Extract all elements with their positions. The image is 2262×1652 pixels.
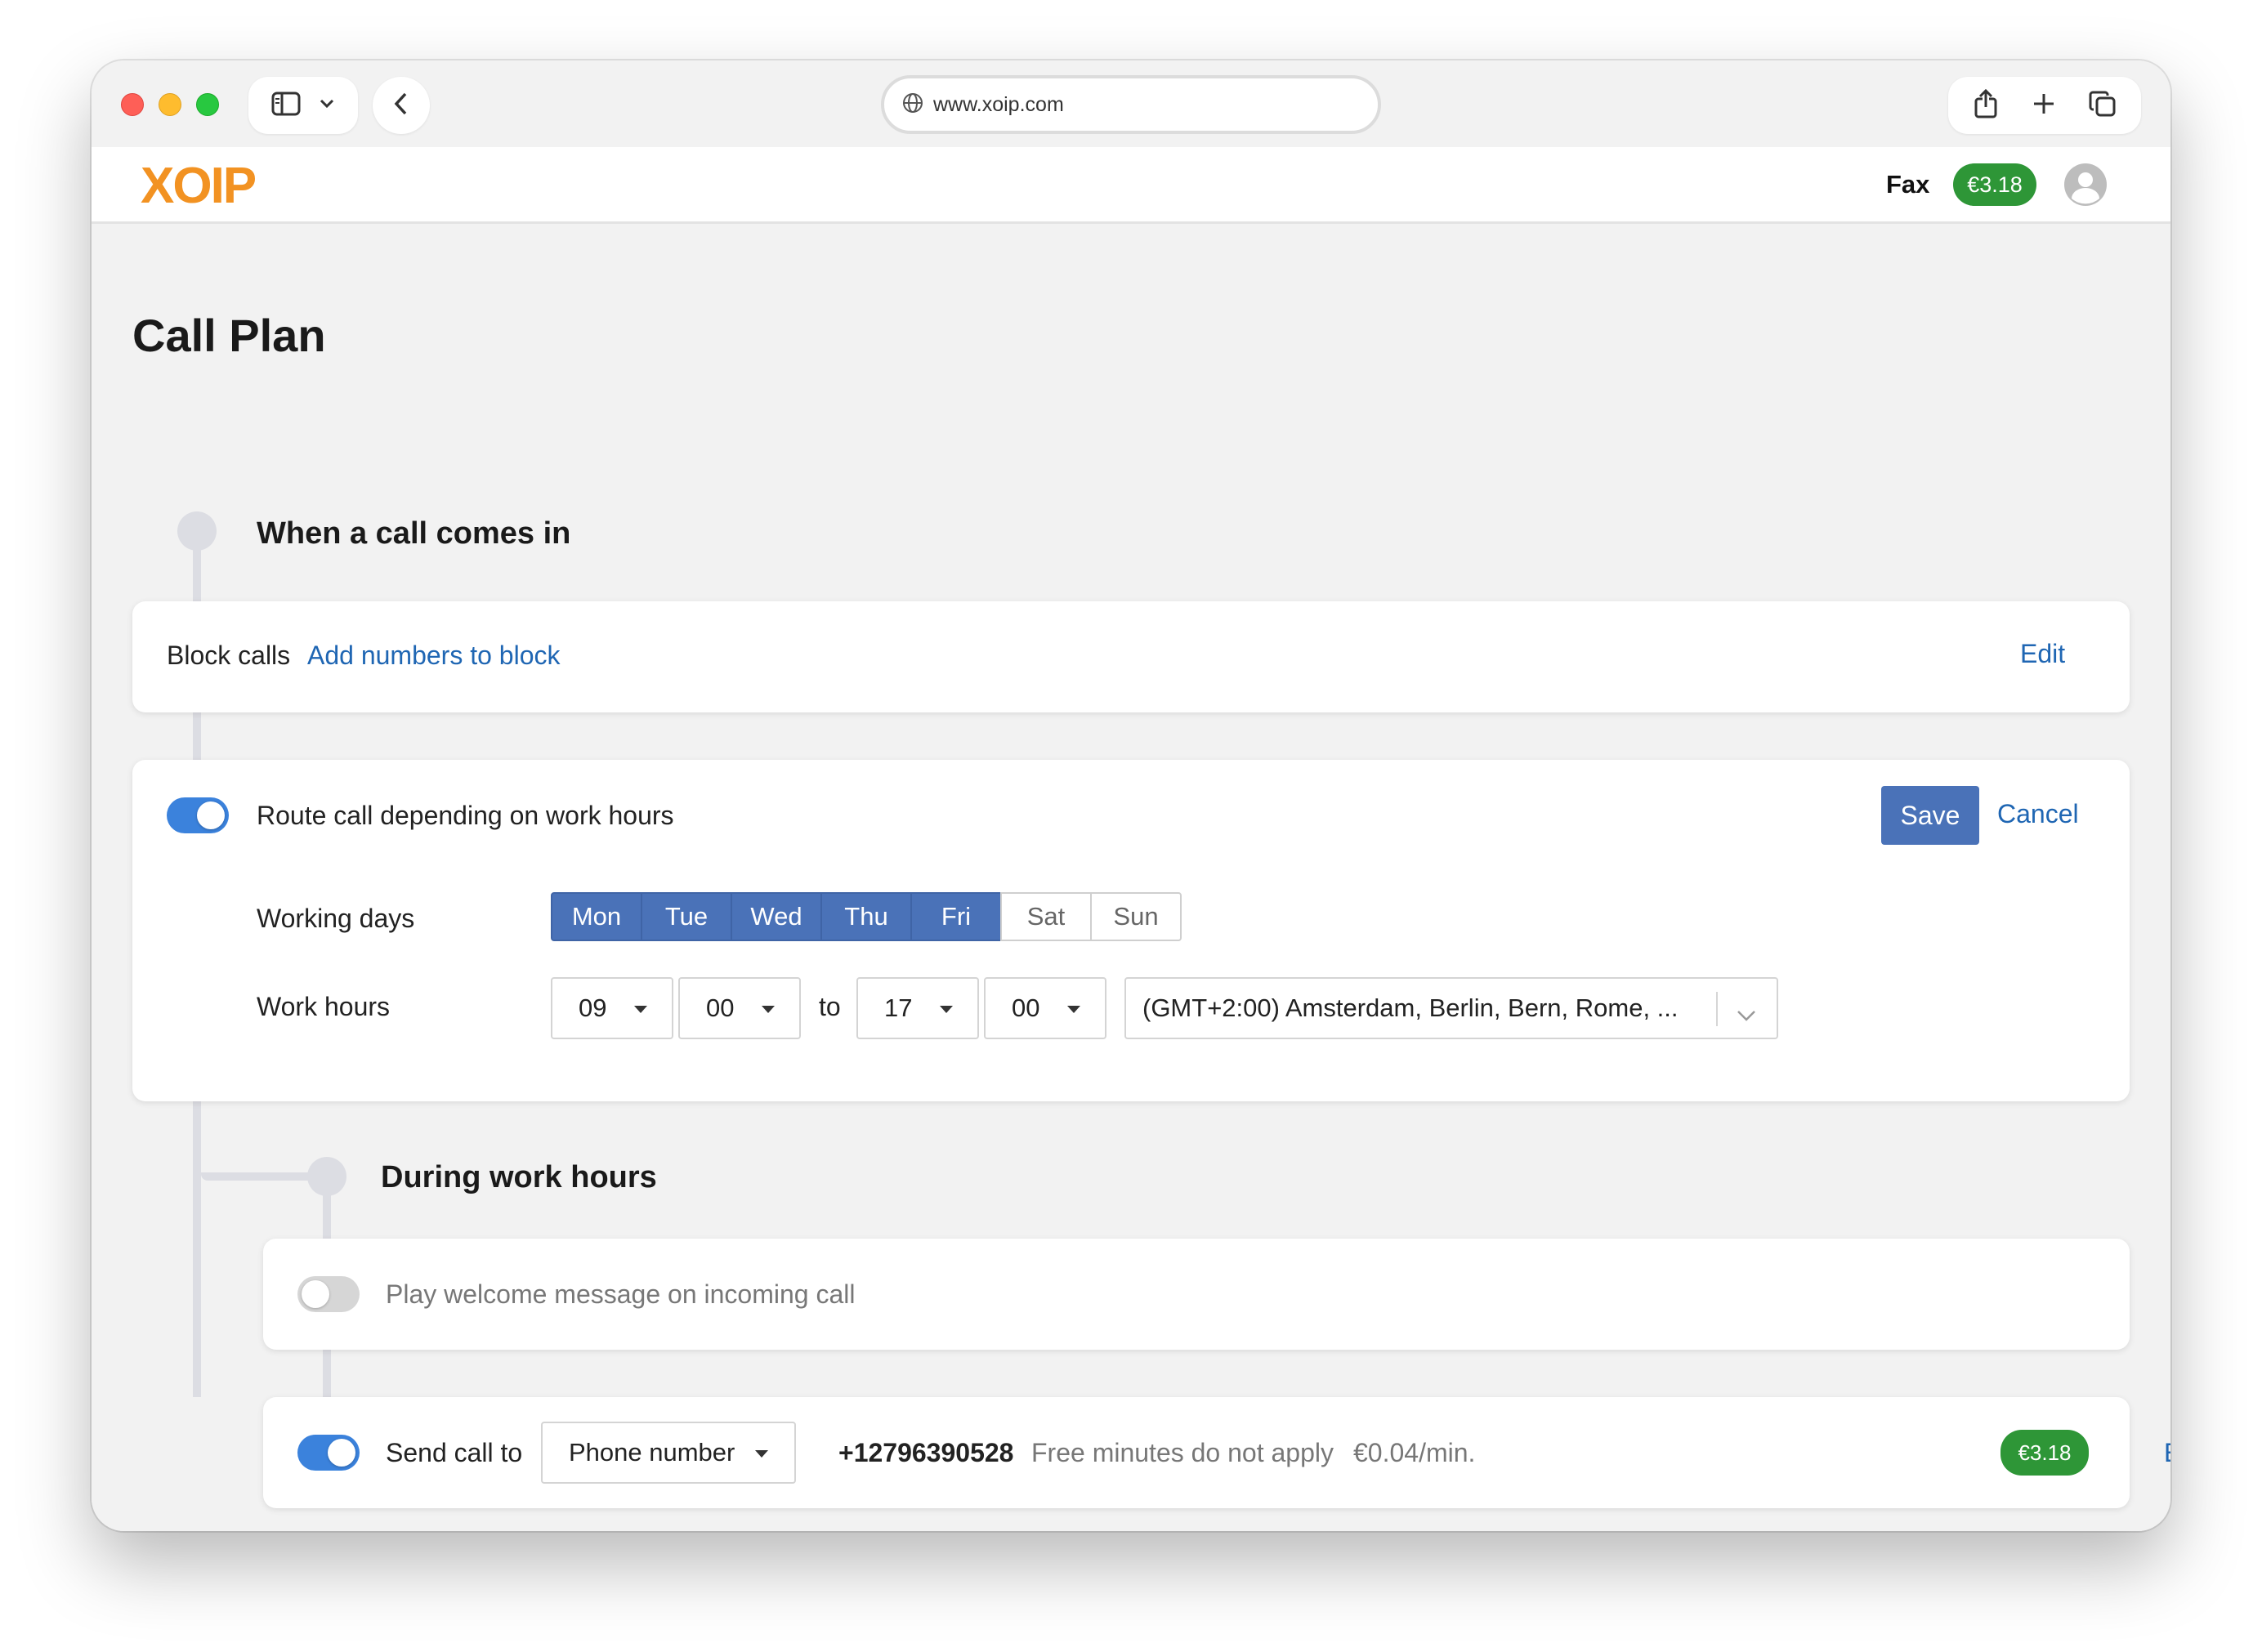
day-tue[interactable]: Tue xyxy=(641,892,732,941)
fax-link[interactable]: Fax xyxy=(1886,170,1929,199)
user-avatar-icon[interactable] xyxy=(2063,162,2108,208)
caret-down-icon xyxy=(762,1006,775,1013)
start-minute-select[interactable]: 00 xyxy=(678,977,801,1039)
start-hour-select[interactable]: 09 xyxy=(551,977,673,1039)
working-days-selector: Mon Tue Wed Thu Fri Sat Sun xyxy=(551,892,1182,941)
main-content: Call Plan When a call comes in Block cal… xyxy=(92,224,2170,1531)
add-numbers-link[interactable]: Add numbers to block xyxy=(307,641,561,671)
new-tab-icon[interactable] xyxy=(2032,92,2056,120)
phone-number: +12796390528 xyxy=(838,1438,1014,1467)
minimize-window-button[interactable] xyxy=(159,93,181,116)
caret-down-icon xyxy=(1067,1006,1080,1013)
tab-overview-icon[interactable] xyxy=(2089,90,2117,122)
site-header: XOIP Fax €3.18 xyxy=(92,147,2170,224)
url-text: www.xoip.com xyxy=(933,92,1064,116)
day-sun[interactable]: Sun xyxy=(1090,892,1182,941)
free-minutes-note: Free minutes do not apply xyxy=(1031,1438,1334,1467)
browser-window: www.xoip.com XOIP Fax €3.18 Call Plan Wh… xyxy=(92,60,2170,1531)
select-separator xyxy=(1716,992,1718,1026)
start-hour-value: 09 xyxy=(579,993,607,1022)
day-wed[interactable]: Wed xyxy=(731,892,822,941)
start-minute-value: 00 xyxy=(706,993,735,1022)
balance-badge[interactable]: €3.18 xyxy=(1953,163,2036,206)
send-call-label: Send call to xyxy=(386,1438,523,1467)
call-rate: €0.04/min. xyxy=(1353,1438,1476,1467)
share-icon[interactable] xyxy=(1973,88,1999,123)
sidebar-icon xyxy=(271,92,301,120)
address-bar[interactable]: www.xoip.com xyxy=(881,75,1381,134)
timezone-select[interactable]: (GMT+2:00) Amsterdam, Berlin, Bern, Rome… xyxy=(1124,977,1778,1039)
back-button[interactable] xyxy=(373,77,430,134)
route-work-hours-toggle[interactable] xyxy=(167,797,229,833)
send-call-toggle[interactable] xyxy=(297,1435,360,1471)
welcome-message-card: Play welcome message on incoming call xyxy=(263,1239,2130,1350)
zoom-window-button[interactable] xyxy=(196,93,219,116)
welcome-message-label: Play welcome message on incoming call xyxy=(386,1279,856,1309)
end-minute-select[interactable]: 00 xyxy=(984,977,1106,1039)
section-title-during-work-hours: During work hours xyxy=(381,1160,657,1194)
day-thu[interactable]: Thu xyxy=(820,892,912,941)
sidebar-toggle-button[interactable] xyxy=(248,77,358,134)
timeline-dot xyxy=(177,511,217,551)
chevron-down-icon xyxy=(1736,1000,1757,1029)
send-call-card: Send call to Phone number +12796390528 F… xyxy=(263,1397,2170,1508)
timezone-value: (GMT+2:00) Amsterdam, Berlin, Bern, Rome… xyxy=(1142,993,1679,1022)
welcome-message-toggle[interactable] xyxy=(297,1276,360,1312)
route-work-hours-label: Route call depending on work hours xyxy=(257,801,674,830)
timeline-dot-sub xyxy=(307,1157,346,1196)
section-title-incoming: When a call comes in xyxy=(257,516,571,551)
send-call-balance-badge: €3.18 xyxy=(2000,1430,2089,1476)
end-minute-value: 00 xyxy=(1012,993,1040,1022)
page-title: Call Plan xyxy=(132,310,326,361)
send-call-type-value: Phone number xyxy=(569,1438,735,1467)
end-hour-value: 17 xyxy=(884,993,913,1022)
day-fri[interactable]: Fri xyxy=(910,892,1002,941)
send-call-type-select[interactable]: Phone number xyxy=(541,1422,796,1484)
caret-down-icon xyxy=(940,1006,953,1013)
block-calls-card: Block calls Add numbers to block Edit xyxy=(132,601,2130,712)
xoip-logo[interactable]: XOIP xyxy=(141,157,257,215)
caret-down-icon xyxy=(755,1450,768,1458)
toolbar-actions xyxy=(1948,77,2141,134)
block-calls-label: Block calls xyxy=(167,641,291,670)
day-mon[interactable]: Mon xyxy=(551,892,642,941)
work-hours-card: Route call depending on work hours Save … xyxy=(132,760,2130,1101)
cancel-button[interactable]: Cancel xyxy=(1997,799,2079,829)
working-days-label: Working days xyxy=(257,904,415,933)
send-call-edit-link[interactable]: Edit xyxy=(2164,1438,2170,1468)
day-sat[interactable]: Sat xyxy=(1000,892,1092,941)
globe-icon xyxy=(902,92,923,118)
caret-down-icon xyxy=(634,1006,647,1013)
close-window-button[interactable] xyxy=(121,93,144,116)
browser-toolbar: www.xoip.com xyxy=(92,60,2170,147)
block-calls-edit-link[interactable]: Edit xyxy=(2020,639,2065,669)
chevron-left-icon xyxy=(393,92,409,120)
chevron-down-icon xyxy=(319,98,335,114)
save-button[interactable]: Save xyxy=(1881,786,1979,845)
to-label: to xyxy=(819,992,841,1021)
end-hour-select[interactable]: 17 xyxy=(856,977,979,1039)
work-hours-label: Work hours xyxy=(257,992,391,1021)
